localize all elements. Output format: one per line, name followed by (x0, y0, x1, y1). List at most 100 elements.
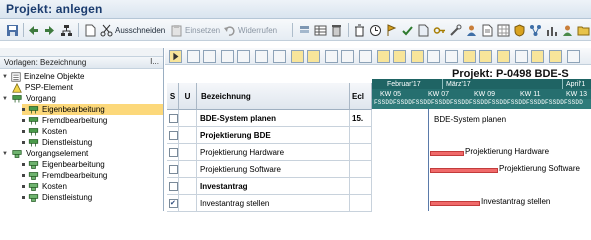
gantt-button-14[interactable] (393, 50, 406, 63)
gantt-button-12[interactable] (359, 50, 372, 63)
column-header-u[interactable]: U (179, 83, 197, 110)
table-row[interactable]: Investantrag (167, 178, 372, 195)
toolbar-button-14[interactable] (513, 22, 526, 38)
gantt-bar-hardware[interactable] (430, 151, 464, 156)
toolbar-button-8[interactable] (417, 22, 430, 38)
tree-item-fremdbearbeitung[interactable]: Fremdbearbeitung (22, 115, 107, 126)
toolbar-button-3[interactable] (330, 22, 343, 38)
gantt-button-20[interactable] (497, 50, 510, 63)
tree-item-eigenbearbeitung-2[interactable]: Eigenbearbeitung (22, 159, 105, 170)
gantt-button-22[interactable] (531, 50, 544, 63)
gantt-button-10[interactable] (325, 50, 338, 63)
tools-icon (450, 24, 462, 36)
gantt-button-7[interactable] (273, 50, 286, 63)
table-row[interactable]: Projektierung BDE (167, 127, 372, 144)
tree-item-eigenbearbeitung-selected[interactable]: Eigenbearbeitung (22, 104, 163, 115)
new-button[interactable] (84, 22, 97, 38)
bezeichnung-cell[interactable]: Projektierung Hardware (197, 144, 350, 161)
gantt-button-16[interactable] (427, 50, 440, 63)
row-checkbox[interactable]: ✔ (169, 199, 178, 208)
forward-button[interactable] (43, 22, 56, 38)
gantt-button-17[interactable] (445, 50, 458, 63)
toolbar-button-7[interactable] (401, 22, 414, 38)
toolbar-button-17[interactable] (561, 22, 574, 38)
ecl-cell[interactable] (350, 178, 372, 195)
bezeichnung-cell[interactable]: Projektierung Software (197, 161, 350, 178)
person-icon (467, 25, 476, 36)
activity-grid: S U Bezeichnung Ecl BDE-System planen 15.… (167, 83, 372, 212)
gantt-button-18[interactable] (463, 50, 476, 63)
hierarchy-button[interactable] (60, 22, 73, 38)
toolbar-button-9[interactable] (433, 22, 446, 38)
tree-item-kosten[interactable]: Kosten (22, 126, 67, 137)
gantt-button-19[interactable] (479, 50, 492, 63)
column-header-ecl[interactable]: Ecl (350, 83, 372, 110)
ecl-cell[interactable] (350, 127, 372, 144)
gantt-button-13[interactable] (377, 50, 390, 63)
column-header-s[interactable]: S (167, 83, 179, 110)
bezeichnung-cell[interactable]: Projektierung BDE (197, 127, 350, 144)
gantt-button-6[interactable] (255, 50, 268, 63)
table-row[interactable]: BDE-System planen 15. (167, 110, 372, 127)
gantt-button-9[interactable] (307, 50, 320, 63)
undo-button[interactable]: Widerrufen (223, 22, 277, 38)
toolbar-button-4[interactable] (353, 22, 366, 38)
row-checkbox[interactable] (169, 131, 178, 140)
ecl-cell[interactable] (350, 195, 372, 212)
gantt-button-5[interactable] (237, 50, 250, 63)
gantt-bar-investantrag[interactable] (430, 201, 480, 206)
toolbar-button-2[interactable] (314, 22, 327, 38)
gantt-button-8[interactable] (291, 50, 304, 63)
gantt-button-2[interactable] (187, 50, 200, 63)
save-button[interactable] (6, 22, 19, 38)
toolbar-button-5[interactable] (369, 22, 382, 38)
paste-button[interactable]: Einsetzen (170, 22, 220, 38)
bezeichnung-cell[interactable]: BDE-System planen (197, 110, 350, 127)
gantt-button-23[interactable] (549, 50, 562, 63)
expand-arrow-icon[interactable]: ▼ (2, 151, 8, 157)
gantt-bar-software[interactable] (430, 168, 498, 173)
row-checkbox[interactable] (169, 182, 178, 191)
toolbar-button-11[interactable] (465, 22, 478, 38)
gantt-button-21[interactable] (515, 50, 528, 63)
row-checkbox[interactable] (169, 114, 178, 123)
toolbar-button-12[interactable] (481, 22, 494, 38)
gantt-button-11[interactable] (341, 50, 354, 63)
tree-item-dienstleistung-2[interactable]: Dienstleistung (22, 192, 92, 203)
ecl-cell[interactable] (350, 161, 372, 178)
tree-item-psp-element[interactable]: PSP-Element (12, 82, 73, 93)
tree-header-more[interactable]: I... (150, 57, 159, 66)
toolbar-button-16[interactable] (545, 22, 558, 38)
table-row[interactable]: ✔ Investantrag stellen (167, 195, 372, 212)
gantt-button-4[interactable] (221, 50, 234, 63)
expand-arrow-icon[interactable]: ▼ (2, 96, 8, 102)
tree-item-vorgang[interactable]: ▼ Vorgang (2, 93, 56, 104)
bezeichnung-cell[interactable]: Investantrag stellen (197, 195, 350, 212)
row-checkbox[interactable] (169, 148, 178, 157)
gantt-button-15[interactable] (411, 50, 424, 63)
table-row[interactable]: Projektierung Hardware (167, 144, 372, 161)
row-checkbox[interactable] (169, 165, 178, 174)
toolbar-button-13[interactable] (497, 22, 510, 38)
back-button[interactable] (27, 22, 40, 38)
toolbar-button-6[interactable] (385, 22, 398, 38)
toolbar-button-1[interactable] (298, 22, 311, 38)
tree-item-fremdbearbeitung-2[interactable]: Fremdbearbeitung (22, 170, 107, 181)
gantt-button-play[interactable] (169, 50, 182, 63)
gantt-button-24[interactable] (567, 50, 580, 63)
tree-item-kosten-2[interactable]: Kosten (22, 181, 67, 192)
cut-button[interactable]: Ausschneiden (100, 22, 165, 38)
table-row[interactable]: Projektierung Software (167, 161, 372, 178)
toolbar-button-10[interactable] (449, 22, 462, 38)
expand-arrow-icon[interactable]: ▼ (2, 74, 8, 80)
tree-item-einzelne-objekte[interactable]: ▼ Einzelne Objekte (2, 71, 84, 82)
gantt-button-3[interactable] (203, 50, 216, 63)
ecl-cell[interactable]: 15. (350, 110, 372, 127)
toolbar-button-18[interactable] (577, 22, 590, 38)
column-header-bezeichnung[interactable]: Bezeichnung (197, 83, 350, 110)
tree-item-dienstleistung[interactable]: Dienstleistung (22, 137, 92, 148)
tree-item-vorgangselement[interactable]: ▼ Vorgangselement (2, 148, 88, 159)
bezeichnung-cell[interactable]: Investantrag (197, 178, 350, 195)
ecl-cell[interactable] (350, 144, 372, 161)
toolbar-button-15[interactable] (529, 22, 542, 38)
